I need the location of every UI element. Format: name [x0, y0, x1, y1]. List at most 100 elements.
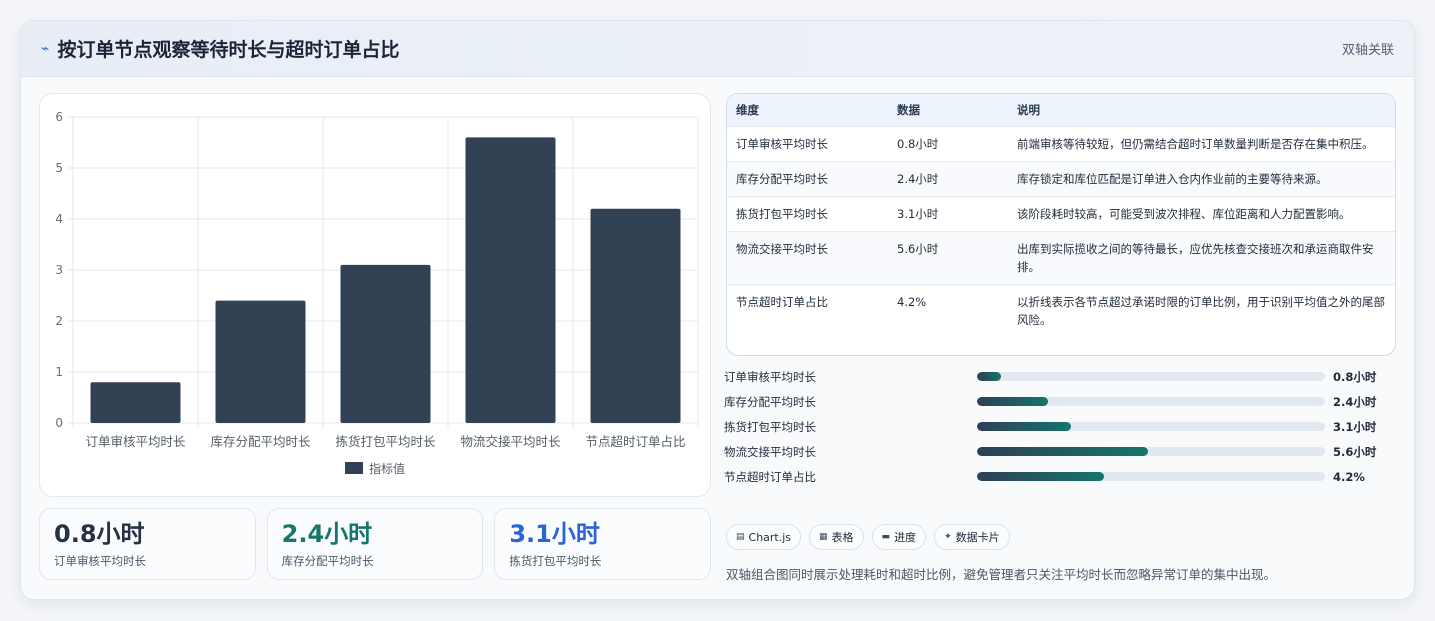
pulse-icon: ⌁ [41, 40, 50, 57]
chart-bar [340, 264, 431, 423]
kpi-cards: 0.8小时 订单审核平均时长 2.4小时 库存分配平均时长 3.1小时 拣货打包… [39, 508, 712, 580]
chart-bar [90, 382, 181, 423]
kpi-value: 3.1小时 [509, 520, 600, 548]
chart-bar [465, 137, 556, 423]
progress-label: 订单审核平均时长 [724, 369, 816, 384]
chart-icon: ▤ [736, 532, 745, 542]
table-cell: 0.8小时 [888, 125, 1008, 161]
y-tick-label: 0 [55, 416, 63, 430]
table-cell: 5.6小时 [888, 230, 1008, 284]
kpi-card: 2.4小时 库存分配平均时长 [266, 508, 484, 580]
table-cell: 物流交接平均时长 [727, 230, 888, 284]
legend-label: 指标值 [369, 461, 405, 476]
kpi-card: 3.1小时 拣货打包平均时长 [494, 508, 712, 580]
table-cell: 拣货打包平均时长 [727, 195, 888, 231]
tech-chips: ▤ Chart.js ▦ 表格 ▬ 进度 ✦ 数据卡片 [726, 524, 1010, 550]
chip-label: 表格 [831, 531, 854, 544]
kpi-value: 0.8小时 [54, 520, 145, 548]
progress-icon: ▬ [881, 532, 891, 542]
progress-value: 0.8小时 [1333, 369, 1377, 384]
progress-row: 拣货打包平均时长 3.1小时 [724, 414, 1396, 439]
progress-row: 库存分配平均时长 2.4小时 [724, 389, 1396, 414]
y-tick-label: 5 [55, 161, 63, 175]
progress-list: 订单审核平均时长 0.8小时 库存分配平均时长 2.4小时 拣货打包平均时长 3… [724, 364, 1396, 489]
y-tick-label: 3 [55, 263, 63, 277]
progress-track [977, 447, 1325, 456]
progress-value: 4.2% [1333, 469, 1365, 484]
chart-bar [215, 300, 306, 423]
table-header-row: 维度 数据 说明 [727, 94, 1395, 126]
column-header: 数据 [897, 102, 920, 117]
progress-track [977, 472, 1325, 481]
kpi-label: 拣货打包平均时长 [509, 554, 602, 568]
progress-label: 库存分配平均时长 [724, 394, 816, 409]
chip-chartjs[interactable]: ▤ Chart.js [726, 524, 802, 550]
card-title: 按订单节点观察等待时长与超时订单占比 [57, 39, 400, 61]
table-cell: 该阶段耗时较高，可能受到波次排程、库位距离和人力配置影响。 [1008, 195, 1395, 231]
progress-fill [977, 472, 1105, 481]
table-cell: 4.2% [888, 283, 1008, 337]
kpi-card: 0.8小时 订单审核平均时长 [39, 508, 256, 580]
table-cell: 以折线表示各节点超过承诺时限的订单比例，用于识别平均值之外的尾部风险。 [1008, 283, 1395, 337]
card-header: ⌁ 按订单节点观察等待时长与超时订单占比 双轴关联 [21, 21, 1414, 77]
table-row: 拣货打包平均时长 3.1小时 该阶段耗时较高，可能受到波次排程、库位距离和人力配… [727, 195, 1395, 231]
x-tick-label: 物流交接平均时长 [460, 434, 561, 449]
chart-bar [590, 208, 681, 423]
chip-table[interactable]: ▦ 表格 [809, 524, 864, 550]
progress-value: 3.1小时 [1333, 419, 1377, 434]
kpi-value: 2.4小时 [281, 520, 373, 548]
chip-data-card[interactable]: ✦ 数据卡片 [934, 524, 1010, 550]
card-icon: ✦ [944, 532, 952, 542]
progress-value: 5.6小时 [1333, 444, 1377, 459]
legend-swatch [345, 462, 363, 474]
table-cell: 订单审核平均时长 [727, 125, 888, 161]
y-tick-label: 1 [55, 365, 63, 379]
progress-label: 物流交接平均时长 [724, 444, 816, 459]
table-cell: 出库到实际揽收之间的等待最长，应优先核查交接班次和承运商取件安排。 [1008, 230, 1395, 284]
table-row: 订单审核平均时长 0.8小时 前端审核等待较短，但仍需结合超时订单数量判断是否存… [727, 125, 1395, 161]
chip-label: Chart.js [748, 530, 792, 544]
x-tick-label: 拣货打包平均时长 [335, 434, 436, 449]
table-cell: 前端审核等待较短，但仍需结合超时订单数量判断是否存在集中积压。 [1008, 125, 1395, 161]
progress-row: 订单审核平均时长 0.8小时 [724, 364, 1396, 389]
table-cell: 库存锁定和库位匹配是订单进入仓内作业前的主要等待来源。 [1008, 160, 1395, 196]
table-cell: 库存分配平均时长 [727, 160, 888, 196]
progress-fill [977, 447, 1148, 456]
progress-value: 2.4小时 [1333, 394, 1377, 409]
data-table-container: 维度 数据 说明 订单审核平均时长 0.8小时 前端审核等待较短，但仍需结合超时… [726, 93, 1396, 356]
progress-track [977, 372, 1325, 381]
x-tick-label: 订单审核平均时长 [85, 434, 186, 449]
column-header: 说明 [1017, 102, 1040, 117]
table-cell: 2.4小时 [888, 160, 1008, 196]
progress-label: 节点超时订单占比 [724, 469, 816, 484]
footnote: 双轴组合图同时展示处理耗时和超时比例，避免管理者只关注平均时长而忽略异常订单的集… [726, 567, 1277, 582]
x-tick-label: 节点超时订单占比 [585, 434, 685, 449]
table-cell: 节点超时订单占比 [727, 283, 888, 337]
data-table: 维度 数据 说明 订单审核平均时长 0.8小时 前端审核等待较短，但仍需结合超时… [727, 94, 1395, 337]
y-tick-label: 2 [55, 314, 63, 328]
chip-label: 进度 [894, 531, 917, 544]
chip-progress[interactable]: ▬ 进度 [871, 524, 927, 550]
progress-track [977, 422, 1325, 431]
kpi-label: 订单审核平均时长 [54, 554, 146, 568]
y-tick-label: 6 [55, 110, 63, 124]
kpi-label: 库存分配平均时长 [281, 554, 374, 568]
y-tick-label: 4 [55, 212, 63, 226]
progress-track [977, 397, 1325, 406]
progress-row: 节点超时订单占比 4.2% [724, 464, 1396, 489]
x-tick-label: 库存分配平均时长 [210, 434, 311, 449]
progress-fill [977, 372, 1002, 381]
table-row: 库存分配平均时长 2.4小时 库存锁定和库位匹配是订单进入仓内作业前的主要等待来… [727, 160, 1395, 196]
progress-fill [977, 397, 1049, 406]
table-row: 节点超时订单占比 4.2% 以折线表示各节点超过承诺时限的订单比例，用于识别平均… [727, 283, 1395, 337]
table-cell: 3.1小时 [888, 195, 1008, 231]
dual-axis-tag: 双轴关联 [1341, 43, 1394, 58]
progress-label: 拣货打包平均时长 [724, 419, 816, 434]
progress-row: 物流交接平均时长 5.6小时 [724, 439, 1396, 464]
table-icon: ▦ [819, 532, 828, 542]
progress-fill [977, 422, 1071, 431]
table-row: 物流交接平均时长 5.6小时 出库到实际揽收之间的等待最长，应优先核查交接班次和… [727, 230, 1395, 284]
column-header: 维度 [736, 102, 759, 117]
bar-chart: 0 1 2 3 4 5 6 订单审核平均时长 库存分配平均时长 拣货打包平均时长 物流交接平均时长 节… [39, 93, 711, 497]
chip-label: 数据卡片 [955, 531, 1000, 544]
